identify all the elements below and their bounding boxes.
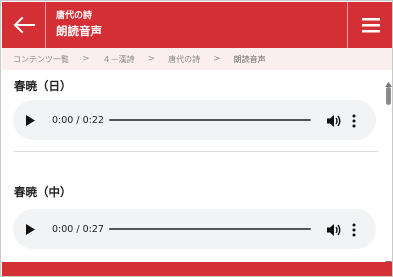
arrow-left-icon bbox=[13, 16, 35, 34]
audio-progress-track[interactable] bbox=[109, 228, 311, 230]
more-options-button[interactable] bbox=[352, 222, 356, 241]
breadcrumb-separator: > bbox=[213, 54, 221, 64]
breadcrumb-item-current: 朗読音声 bbox=[233, 54, 266, 64]
play-button[interactable] bbox=[26, 223, 40, 235]
audio-player: 0:00 / 0:27 bbox=[13, 209, 376, 249]
back-button[interactable] bbox=[2, 2, 46, 48]
header-subtitle: 唐代の詩 bbox=[56, 11, 93, 21]
volume-button[interactable] bbox=[327, 222, 342, 241]
more-vertical-icon bbox=[352, 223, 356, 237]
page-title: 朗読音声 bbox=[56, 24, 102, 38]
volume-icon bbox=[327, 224, 341, 236]
audio-time: 0:00 / 0:22 bbox=[52, 114, 104, 126]
more-options-button[interactable] bbox=[352, 113, 356, 132]
breadcrumb: コンテンツ一覧 > ４－漢詩 > 唐代の詩 > 朗読音声 bbox=[2, 48, 392, 70]
menu-button[interactable] bbox=[347, 2, 392, 48]
volume-icon bbox=[327, 115, 341, 127]
play-icon bbox=[26, 114, 35, 126]
audio-player: 0:00 / 0:22 bbox=[13, 100, 376, 140]
section-divider bbox=[14, 151, 378, 152]
play-button[interactable] bbox=[26, 114, 40, 126]
breadcrumb-separator: > bbox=[82, 54, 90, 64]
app-footer bbox=[2, 262, 392, 276]
breadcrumb-item-tang-poems[interactable]: 唐代の詩 bbox=[168, 54, 200, 65]
scrollbar-thumb[interactable] bbox=[386, 87, 391, 105]
section-heading: 春暁（日） bbox=[14, 79, 72, 93]
vertical-scrollbar[interactable] bbox=[384, 70, 392, 266]
app-window: 唐代の詩 朗読音声 コンテンツ一覧 > ４－漢詩 > 唐代の詩 > 朗読音声 春… bbox=[0, 0, 393, 277]
main-content: 春暁（日） 0:00 / 0:22 春暁（中） 0:00 / 0:27 bbox=[2, 70, 384, 262]
breadcrumb-item-kanshi[interactable]: ４－漢詩 bbox=[103, 54, 135, 65]
header-title-block: 唐代の詩 朗読音声 bbox=[56, 10, 102, 39]
section-heading: 春暁（中） bbox=[14, 185, 72, 199]
hamburger-menu-icon bbox=[361, 18, 380, 33]
more-vertical-icon bbox=[352, 114, 356, 128]
audio-progress-track[interactable] bbox=[109, 119, 311, 121]
breadcrumb-separator: > bbox=[147, 54, 156, 64]
app-header: 唐代の詩 朗読音声 bbox=[2, 2, 392, 48]
audio-time: 0:00 / 0:27 bbox=[52, 223, 104, 235]
breadcrumb-item-contents[interactable]: コンテンツ一覧 bbox=[13, 54, 69, 65]
volume-button[interactable] bbox=[327, 113, 342, 132]
play-icon bbox=[26, 223, 35, 235]
